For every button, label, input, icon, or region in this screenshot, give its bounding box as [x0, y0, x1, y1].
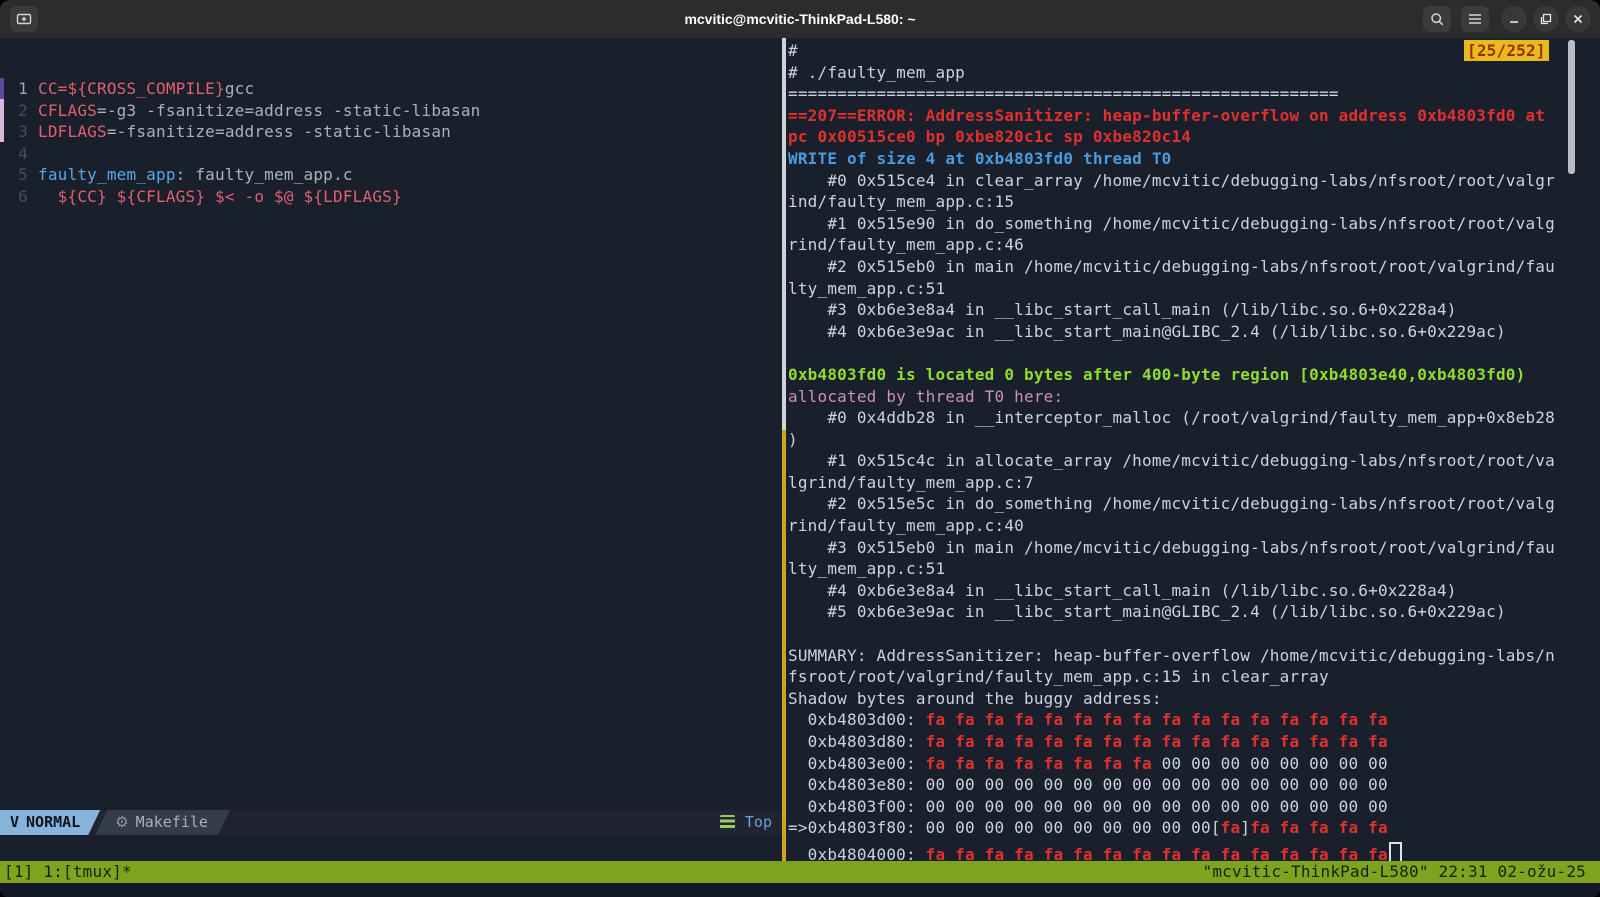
terminal-line: 0xb4804000: fa fa fa fa fa fa fa fa fa f… [788, 839, 1555, 861]
vim-scroll-position: Top [745, 810, 772, 835]
terminal-line: SUMMARY: AddressSanitizer: heap-buffer-o… [788, 645, 1555, 667]
line-number: 4 [0, 143, 28, 165]
terminal-line: #1 0x515c4c in allocate_array /home/mcvi… [788, 450, 1555, 472]
editor-line: 3LDFLAGS=-fsanitize=address -static-liba… [0, 121, 480, 143]
editor-line: 5faulty_mem_app: faulty_mem_app.c [0, 164, 480, 186]
terminal-line: fsroot/root/valgrind/faulty_mem_app.c:15… [788, 666, 1555, 688]
terminal-line: 0xb4803d80: fa fa fa fa fa fa fa fa fa f… [788, 731, 1555, 753]
tmux-status-bar: [1] 1:[tmux]* "mcvitic-ThinkPad-L580" 22… [0, 861, 1600, 883]
tmux-host-clock: "mcvitic-ThinkPad-L580" 22:31 02-ožu-25 [1203, 861, 1586, 883]
vim-mode-label: NORMAL [26, 813, 80, 831]
search-button[interactable] [1423, 6, 1451, 32]
editor-line: 2CFLAGS=-g3 -fsanitize=address -static-l… [0, 100, 480, 122]
vim-logo-icon: V [10, 813, 19, 831]
terminal-line: pc 0x00515ce0 bp 0xbe820c1c sp 0xbe820c1… [788, 126, 1555, 148]
terminal-window: mcvitic@mcvitic-ThinkPad-L580: ~ [0, 0, 1600, 897]
vim-mode-segment: V NORMAL [0, 810, 100, 835]
terminal-line: #2 0x515eb0 in main /home/mcvitic/debugg… [788, 256, 1555, 278]
close-button[interactable] [1565, 6, 1591, 32]
menu-button[interactable] [1461, 6, 1489, 32]
terminal-line: #5 0xb6e3e9ac in __libc_start_main@GLIBC… [788, 601, 1555, 623]
terminal-line: #0 0x515ce4 in clear_array /home/mcvitic… [788, 170, 1555, 192]
terminal-line: allocated by thread T0 here: [788, 386, 1555, 408]
vim-statusline: V NORMAL ⚙ Makefile Top [0, 810, 782, 835]
terminal-line: #4 0xb6e3e8a4 in __libc_start_call_main … [788, 580, 1555, 602]
terminal-line: rind/faulty_mem_app.c:46 [788, 234, 1555, 256]
line-number: 2 [0, 100, 28, 122]
editor-line: 1CC=${CROSS_COMPILE}gcc [0, 78, 480, 100]
terminal-line: #1 0x515e90 in do_something /home/mcviti… [788, 213, 1555, 235]
terminal-line: ) [788, 429, 1555, 451]
close-icon [1572, 13, 1584, 25]
titlebar: mcvitic@mcvitic-ThinkPad-L580: ~ [0, 0, 1600, 39]
terminal-line: #2 0x515e5c in do_something /home/mcviti… [788, 493, 1555, 515]
terminal-line: # ./faulty_mem_app [788, 62, 1555, 84]
terminal-line: 0xb4803e80: 00 00 00 00 00 00 00 00 00 0… [788, 774, 1555, 796]
restore-icon [1540, 13, 1552, 25]
line-number: 3 [0, 121, 28, 143]
vim-filename-label: Makefile [136, 813, 208, 831]
window-title: mcvitic@mcvitic-ThinkPad-L580: ~ [0, 0, 1600, 38]
minimize-icon [1508, 13, 1520, 25]
filetype-icon: ⚙ [115, 813, 128, 831]
copy-mode-scrollbar[interactable] [1568, 40, 1575, 174]
terminal-line: lgrind/faulty_mem_app.c:7 [788, 472, 1555, 494]
minimize-button[interactable] [1501, 6, 1527, 32]
line-number: 1 [0, 78, 28, 100]
line-number: 5 [0, 164, 28, 186]
terminal-line: Shadow bytes around the buggy address: [788, 688, 1555, 710]
terminal-line: 0xb4803e00: fa fa fa fa fa fa fa fa 00 0… [788, 753, 1555, 775]
window-bottom-edge [0, 883, 1600, 897]
terminal-line: lty_mem_app.c:51 [788, 278, 1555, 300]
copy-mode-cursor [1389, 842, 1402, 863]
terminal-output: ## ./faulty_mem_app=====================… [788, 40, 1555, 861]
terminal-line: #3 0xb6e3e8a4 in __libc_start_call_main … [788, 299, 1555, 321]
editor-line: 6 ${CC} ${CFLAGS} $< -o $@ ${LDFLAGS} [0, 186, 480, 208]
search-icon [1430, 12, 1445, 27]
vim-filename-segment: ⚙ Makefile [95, 810, 230, 835]
tmux-window-label[interactable]: [1] 1:[tmux]* [4, 861, 132, 883]
terminal-line: #0 0x4ddb28 in __interceptor_malloc (/ro… [788, 407, 1555, 429]
terminal-line: 0xb4803f00: 00 00 00 00 00 00 00 00 00 0… [788, 796, 1555, 818]
terminal-line: #3 0x515eb0 in main /home/mcvitic/debugg… [788, 537, 1555, 559]
terminal-line: =>0xb4803f80: 00 00 00 00 00 00 00 00 00… [788, 817, 1555, 839]
terminal-line: #4 0xb6e3e9ac in __libc_start_main@GLIBC… [788, 321, 1555, 343]
terminal-line: 0xb4803fd0 is located 0 bytes after 400-… [788, 364, 1555, 386]
terminal-line: lty_mem_app.c:51 [788, 558, 1555, 580]
terminal-line: # [788, 40, 1555, 62]
lines-icon [717, 814, 738, 831]
line-number: 6 [0, 186, 28, 208]
editor-buffer: 1CC=${CROSS_COMPILE}gcc2CFLAGS=-g3 -fsan… [0, 78, 480, 208]
terminal-line: 0xb4803d00: fa fa fa fa fa fa fa fa fa f… [788, 709, 1555, 731]
terminal-line: rind/faulty_mem_app.c:40 [788, 515, 1555, 537]
terminal-line [788, 342, 1555, 364]
editor-line: 4 [0, 143, 480, 165]
terminal-line [788, 623, 1555, 645]
terminal-line: WRITE of size 4 at 0xb4803fd0 thread T0 [788, 148, 1555, 170]
terminal-line: ========================================… [788, 83, 1555, 105]
restore-button[interactable] [1533, 6, 1559, 32]
copy-mode-position-badge: [25/252] [1464, 40, 1549, 61]
vim-position-indicator: Top [717, 810, 772, 835]
vim-editor-pane[interactable]: 1CC=${CROSS_COMPILE}gcc2CFLAGS=-g3 -fsan… [0, 38, 782, 861]
shell-output-pane[interactable]: ## ./faulty_mem_app=====================… [786, 38, 1600, 861]
hamburger-icon [1468, 13, 1482, 25]
terminal-line: ==207==ERROR: AddressSanitizer: heap-buf… [788, 105, 1555, 127]
terminal-line: ind/faulty_mem_app.c:15 [788, 191, 1555, 213]
